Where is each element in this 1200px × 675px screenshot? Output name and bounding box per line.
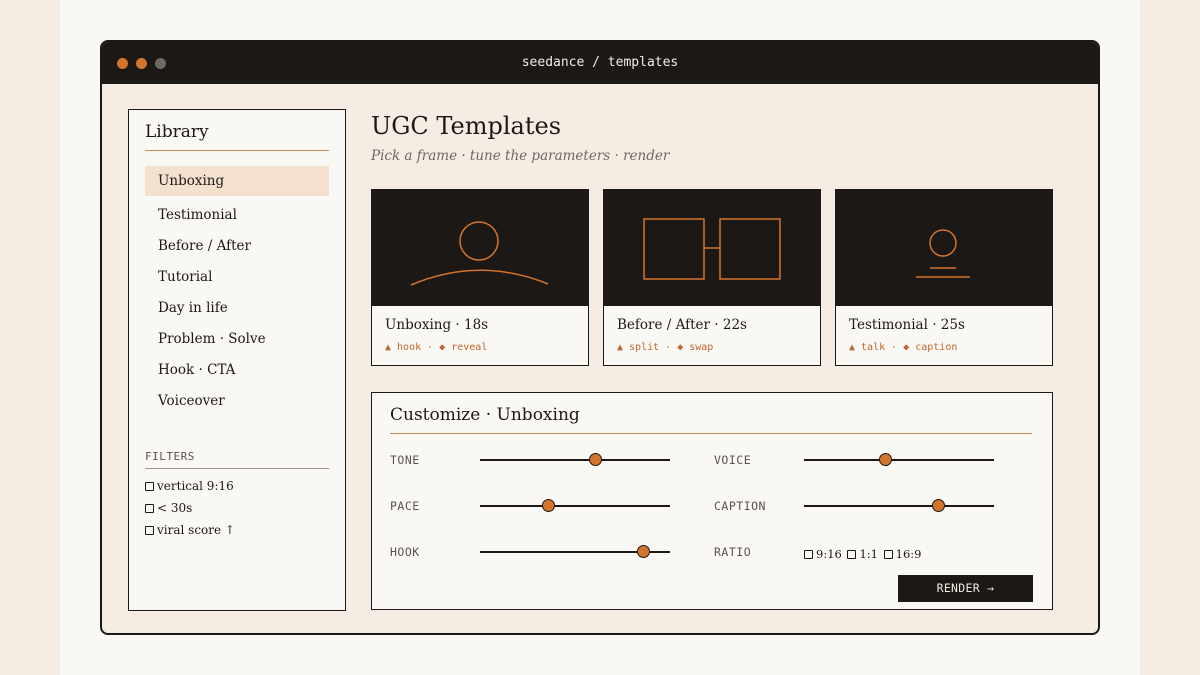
sidebar-divider	[145, 150, 329, 151]
card-thumbnail	[604, 190, 820, 306]
app-window: seedance / templates Library Unboxing Te…	[100, 40, 1100, 635]
hook-slider[interactable]	[480, 545, 670, 559]
template-card-unboxing[interactable]: Unboxing · 18s ▲ hook · ◆ reveal	[371, 189, 589, 366]
slider-thumb[interactable]	[636, 545, 650, 558]
ratio-option-label: 1:1	[859, 547, 878, 561]
slider-track	[804, 505, 994, 507]
filter-viral-score[interactable]: viral score ↑	[145, 523, 235, 537]
filter-under-30s[interactable]: < 30s	[145, 501, 192, 515]
filters-heading: FILTERS	[145, 450, 195, 463]
slider-thumb[interactable]	[879, 453, 893, 466]
split-frames-icon	[643, 218, 781, 280]
customize-panel: Customize · Unboxing TONE VOICE PACE CAP…	[371, 392, 1053, 610]
slider-thumb[interactable]	[932, 499, 946, 512]
window-title: seedance / templates	[521, 55, 679, 70]
slider-thumb[interactable]	[541, 499, 555, 512]
speaker-icon	[916, 229, 970, 278]
card-tags: ▲ hook · ◆ reveal	[385, 342, 488, 353]
checkbox-icon[interactable]	[145, 526, 154, 535]
filter-label: < 30s	[157, 501, 193, 515]
card-tags: ▲ split · ◆ swap	[617, 342, 714, 353]
ratio-option-label: 9:16	[816, 547, 842, 561]
sidebar-item-tutorial[interactable]: Tutorial	[145, 262, 329, 292]
page-subtitle: Pick a frame · tune the parameters · ren…	[371, 148, 670, 164]
checkbox-icon[interactable]	[883, 550, 893, 559]
ratio-option-1-1[interactable]: 1:1	[847, 547, 878, 561]
person-icon	[410, 221, 549, 286]
filters-divider	[145, 468, 329, 469]
sidebar-item-hook-cta[interactable]: Hook · CTA	[145, 355, 329, 385]
card-tags: ▲ talk · ◆ caption	[849, 342, 958, 353]
ratio-option-9-16[interactable]: 9:16	[804, 547, 842, 561]
card-thumbnail	[372, 190, 588, 306]
sidebar-item-testimonial[interactable]: Testimonial	[145, 200, 329, 230]
sidebar-heading: Library	[145, 122, 209, 142]
checkbox-icon[interactable]	[145, 504, 154, 513]
sidebar-item-problem-solve[interactable]: Problem · Solve	[145, 324, 329, 354]
pace-slider[interactable]	[480, 499, 670, 513]
sidebar-item-before-after[interactable]: Before / After	[145, 231, 329, 261]
library-sidebar: Library Unboxing Testimonial Before / Af…	[128, 109, 346, 611]
checkbox-icon[interactable]	[804, 550, 813, 559]
caption-slider[interactable]	[804, 499, 994, 513]
template-card-before-after[interactable]: Before / After · 22s ▲ split · ◆ swap	[603, 189, 821, 366]
voice-slider[interactable]	[804, 453, 994, 467]
slider-thumb[interactable]	[589, 453, 603, 466]
sidebar-item-day-in-life[interactable]: Day in life	[145, 293, 329, 323]
card-title: Before / After · 22s	[617, 317, 747, 333]
tone-label: TONE	[390, 453, 420, 467]
hook-label: HOOK	[390, 545, 420, 559]
sidebar-item-unboxing[interactable]: Unboxing	[145, 166, 329, 196]
filter-label: vertical 9:16	[157, 479, 234, 493]
slider-track	[804, 459, 994, 461]
render-button[interactable]: RENDER →	[898, 575, 1033, 602]
page-title: UGC Templates	[371, 112, 562, 140]
ratio-options: 9:16 1:1 16:9	[804, 547, 923, 561]
panel-divider	[390, 433, 1032, 434]
ratio-option-label: 16:9	[895, 547, 922, 561]
ratio-label: RATIO	[714, 545, 752, 559]
card-title: Unboxing · 18s	[385, 317, 489, 333]
template-card-testimonial[interactable]: Testimonial · 25s ▲ talk · ◆ caption	[835, 189, 1053, 366]
voice-label: VOICE	[714, 453, 752, 467]
filter-label: viral score ↑	[157, 523, 235, 537]
slider-track	[480, 505, 670, 507]
checkbox-icon[interactable]	[145, 482, 154, 491]
title-bar: seedance / templates	[102, 42, 1098, 84]
tone-slider[interactable]	[480, 453, 670, 467]
caption-label: CAPTION	[714, 499, 766, 513]
card-title: Testimonial · 25s	[849, 317, 965, 333]
filter-vertical[interactable]: vertical 9:16	[145, 479, 234, 493]
ratio-option-16-9[interactable]: 16:9	[883, 547, 922, 561]
panel-title: Customize · Unboxing	[390, 405, 580, 425]
card-thumbnail	[836, 190, 1052, 306]
slider-track	[480, 459, 670, 461]
pace-label: PACE	[390, 499, 420, 513]
checkbox-icon[interactable]	[847, 550, 857, 559]
sidebar-item-voiceover[interactable]: Voiceover	[145, 386, 329, 416]
